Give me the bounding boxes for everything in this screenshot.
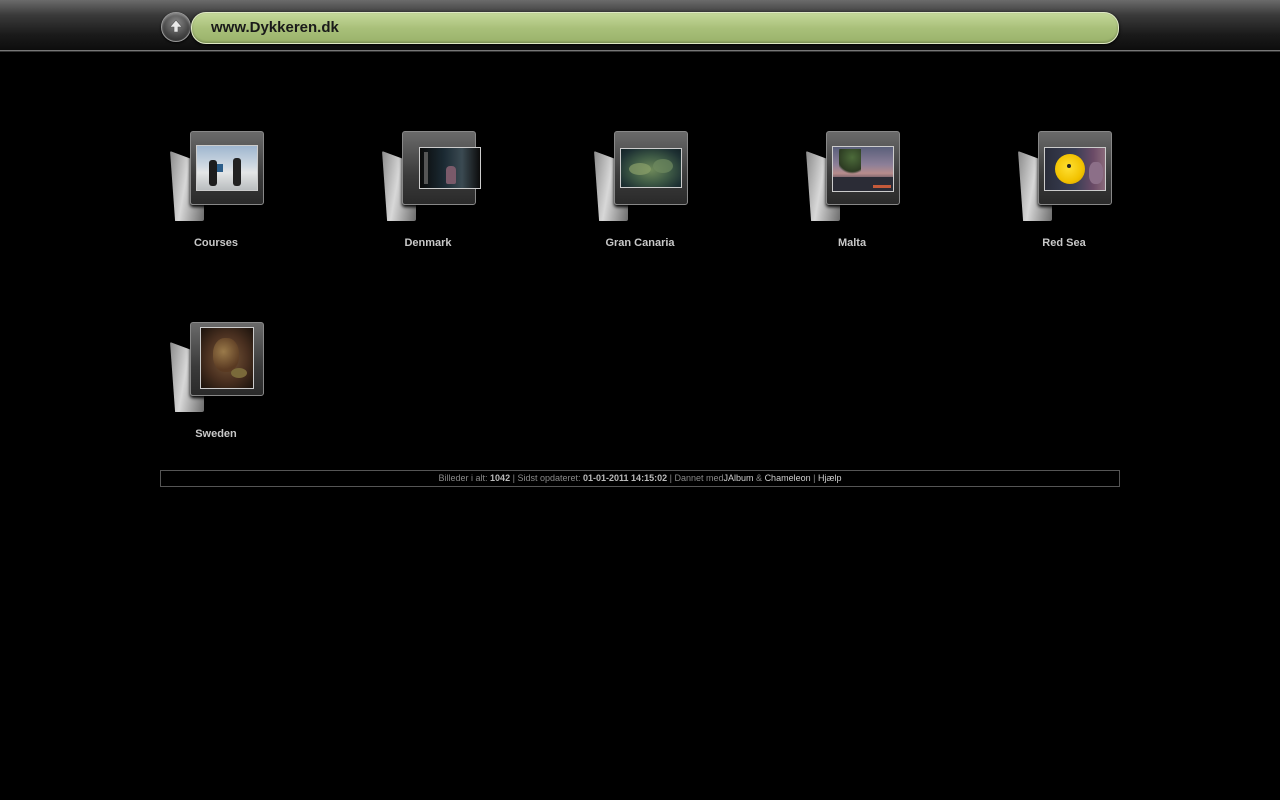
jalbum-link[interactable]: JAlbum — [724, 473, 754, 483]
last-updated-label: Sidst opdateret: — [517, 473, 581, 483]
folder-icon — [594, 131, 694, 226]
folder-sweden[interactable]: Sweden — [160, 322, 372, 472]
separator: | — [669, 473, 672, 483]
folder-label: Courses — [193, 237, 239, 249]
folder-icon — [806, 131, 906, 226]
images-total-count: 1042 — [490, 473, 511, 483]
folder-malta[interactable]: Malta — [796, 131, 1008, 281]
folder-courses[interactable]: Courses — [160, 131, 372, 281]
up-arrow-icon — [169, 19, 183, 33]
folder-label: Gran Canaria — [605, 237, 675, 249]
made-with-label: Dannet med — [674, 473, 724, 483]
thumbnail-image — [196, 145, 258, 191]
folder-icon — [382, 131, 482, 226]
thumbnail-image — [1044, 147, 1106, 191]
folder-icon — [1018, 131, 1118, 226]
thumbnail-image — [832, 146, 894, 192]
chameleon-link[interactable]: Chameleon — [765, 473, 811, 483]
thumbnail-image — [200, 327, 254, 389]
folder-gran-canaria[interactable]: Gran Canaria — [584, 131, 796, 281]
ampersand: & — [756, 473, 763, 483]
folder-label: Denmark — [404, 237, 452, 249]
top-bar: www.Dykkeren.dk — [0, 0, 1280, 51]
album-title: www.Dykkeren.dk — [211, 19, 339, 36]
separator: | — [512, 473, 515, 483]
folder-label: Red Sea — [1042, 237, 1086, 249]
album-title-box: www.Dykkeren.dk — [191, 12, 1119, 44]
folder-label: Sweden — [195, 428, 237, 440]
images-total-label: Billeder i alt: — [438, 473, 488, 483]
folder-red-sea[interactable]: Red Sea — [1008, 131, 1220, 281]
folder-icon — [170, 131, 270, 226]
thumbnail-image — [620, 148, 682, 188]
help-link[interactable]: Hjælp — [818, 473, 842, 483]
thumbnail-image — [419, 147, 481, 189]
separator: | — [813, 473, 816, 483]
last-updated-value: 01-01-2011 14:15:02 — [583, 473, 668, 483]
footer-info-bar: Billeder i alt: 1042 | Sidst opdateret: … — [160, 470, 1120, 487]
folder-label: Malta — [837, 237, 867, 249]
folder-denmark[interactable]: Denmark — [372, 131, 584, 281]
folder-icon — [170, 322, 270, 417]
up-button[interactable] — [161, 12, 191, 42]
